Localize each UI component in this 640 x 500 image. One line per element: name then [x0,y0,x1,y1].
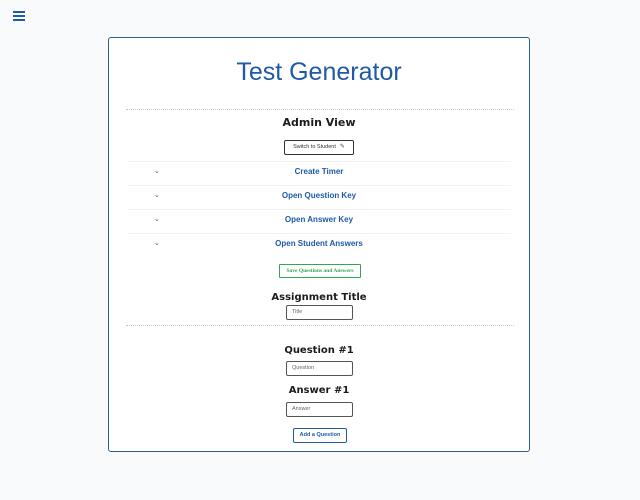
accordion-label: Open Answer Key [284,215,354,224]
divider [126,109,514,110]
pencil-icon: ✎ [339,144,345,150]
accordion-open-student-answers[interactable]: ⌄ Open Student Answers [127,233,511,257]
answer-input[interactable]: Answer [286,402,353,417]
accordion-open-question-key[interactable]: ⌄ Open Question Key [127,185,511,209]
switch-to-student-button[interactable]: Switch to Student ✎ [284,140,354,155]
hamburger-menu-button[interactable] [13,11,25,23]
question-input[interactable]: Question [286,361,353,376]
accordion-label: Open Question Key [281,191,357,200]
accordion-create-timer[interactable]: ⌄ Create Timer [127,161,511,185]
answer-label: Answer #1 [288,385,350,396]
test-generator-card: Test Generator Admin View Switch to Stud… [108,37,530,452]
hamburger-menu-icon [13,11,25,13]
accordion-label: Create Timer [294,167,344,176]
assignment-title-label: Assignment Title [271,292,367,303]
accordion-label: Open Student Answers [275,239,363,248]
switch-to-student-label: Switch to Student [293,144,336,150]
page-title: Test Generator [236,58,402,86]
admin-view-heading: Admin View [282,116,356,129]
save-questions-button[interactable]: Save Questions and Answers [279,264,361,278]
divider [126,325,514,326]
accordion-open-answer-key[interactable]: ⌄ Open Answer Key [127,209,511,233]
question-label: Question #1 [284,345,354,356]
assignment-title-input[interactable]: Title [286,305,353,320]
add-question-button[interactable]: Add a Question [293,428,347,443]
